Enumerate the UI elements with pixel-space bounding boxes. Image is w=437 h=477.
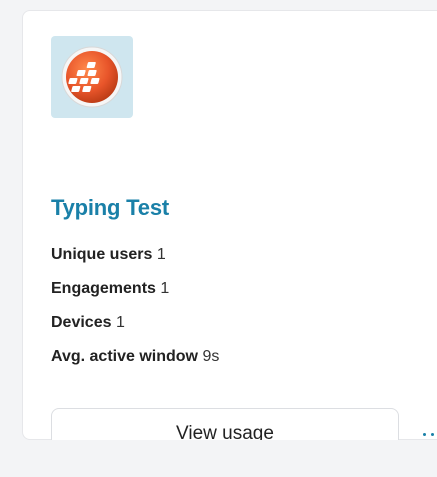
stat-value: 1 xyxy=(115,314,125,331)
stat-label: Unique users xyxy=(51,246,153,263)
stat-value: 9s xyxy=(202,348,220,365)
stat-avg-active-window: Avg. active window 9s xyxy=(51,347,219,381)
stat-value: 1 xyxy=(160,280,170,297)
app-name-title: Typing Test xyxy=(51,195,169,220)
typing-test-app-icon xyxy=(51,36,133,118)
more-dot xyxy=(423,433,426,436)
more-dot xyxy=(431,433,434,436)
usage-stats-list: Unique users 1 Engagements 1 Devices 1 A… xyxy=(51,245,219,381)
app-logo-icon xyxy=(61,46,123,108)
stat-value: 1 xyxy=(156,246,166,263)
stat-unique-users: Unique users 1 xyxy=(51,245,219,279)
page-background-band xyxy=(0,440,437,477)
stat-label: Avg. active window xyxy=(51,348,198,365)
stat-engagements: Engagements 1 xyxy=(51,279,219,313)
app-usage-card: Typing Test Unique users 1 Engagements 1… xyxy=(22,10,437,460)
stat-label: Devices xyxy=(51,314,112,331)
stat-devices: Devices 1 xyxy=(51,313,219,347)
stat-label: Engagements xyxy=(51,280,156,297)
